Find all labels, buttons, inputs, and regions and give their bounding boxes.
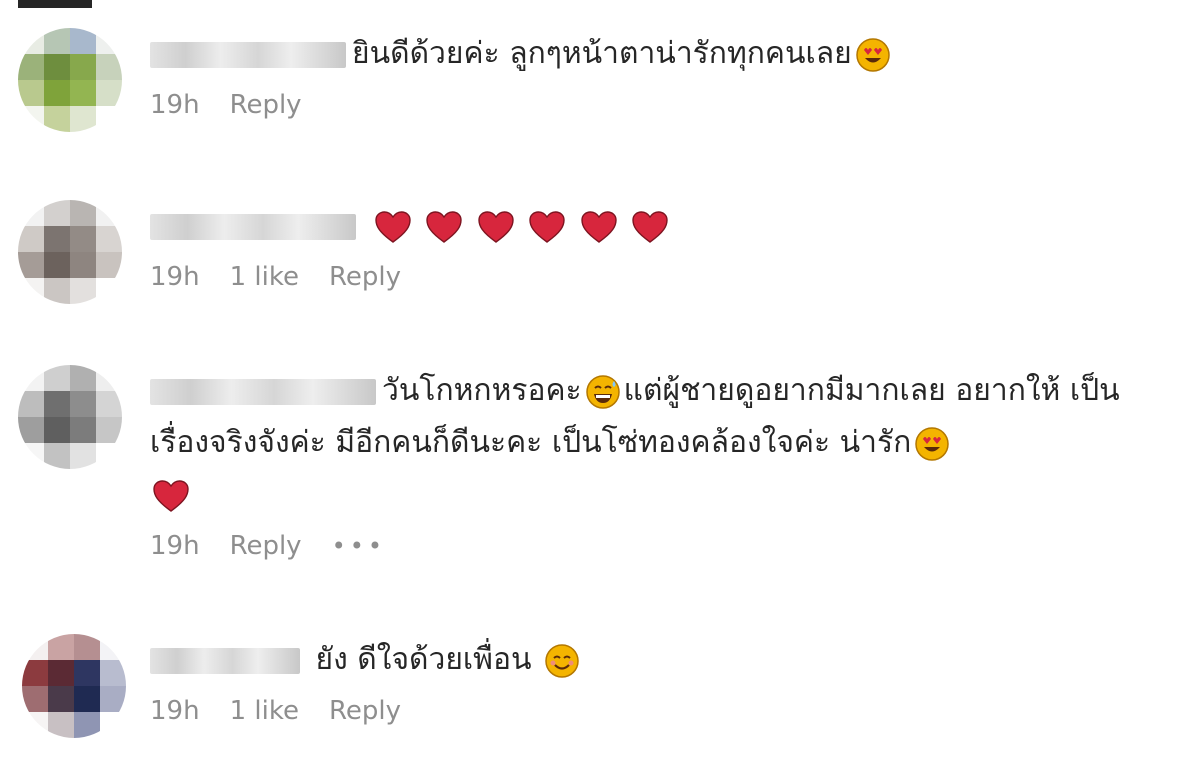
likes-count[interactable]: 1 like bbox=[230, 696, 299, 726]
comment-text: ยัง ดีใจด้วยเพื่อน bbox=[150, 634, 1170, 686]
reply-button[interactable]: Reply bbox=[230, 531, 302, 561]
comment-time: 19h bbox=[150, 90, 200, 120]
username-blurred[interactable] bbox=[150, 213, 356, 240]
top-bar-fragment bbox=[18, 0, 92, 8]
reply-button[interactable]: Reply bbox=[329, 262, 401, 292]
comment-body: ยัง ดีใจด้วยเพื่อน bbox=[315, 642, 532, 677]
avatar[interactable] bbox=[18, 200, 122, 304]
comment-time: 19h bbox=[150, 531, 200, 561]
heart-eyes-emoji-icon bbox=[913, 425, 951, 463]
reply-button[interactable]: Reply bbox=[329, 696, 401, 726]
heart-icon bbox=[152, 477, 190, 515]
comment-text: วันโกหกหรอคะ แต่ผู้ชายดูอยากมีมากเลย อยา… bbox=[150, 365, 1170, 521]
username-blurred[interactable] bbox=[150, 647, 300, 674]
heart-icon bbox=[580, 208, 618, 246]
grinning-sweat-emoji-icon bbox=[584, 373, 622, 411]
comment-text bbox=[150, 200, 1170, 252]
comment-meta: 19h 1 like Reply bbox=[150, 262, 1170, 292]
likes-count[interactable]: 1 like bbox=[230, 262, 299, 292]
comment-time: 19h bbox=[150, 696, 200, 726]
comment-body-part-1: วันโกหกหรอคะ bbox=[382, 373, 582, 408]
avatar[interactable] bbox=[22, 634, 126, 738]
heart-icon bbox=[477, 208, 515, 246]
heart-icon bbox=[425, 208, 463, 246]
comment-meta: 19h Reply ••• bbox=[150, 531, 1170, 561]
heart-icon bbox=[631, 208, 669, 246]
avatar[interactable] bbox=[18, 28, 122, 132]
avatar[interactable] bbox=[18, 365, 122, 469]
comment-text: ยินดีด้วยค่ะ ลูกๆหน้าตาน่ารักทุกคนเลย bbox=[150, 28, 1170, 80]
comment-meta: 19h Reply bbox=[150, 90, 1170, 120]
smiling-face-emoji-icon bbox=[543, 642, 581, 680]
username-blurred[interactable] bbox=[150, 378, 376, 405]
heart-eyes-emoji-icon bbox=[854, 36, 892, 74]
comment-meta: 19h 1 like Reply bbox=[150, 696, 1170, 726]
heart-icon bbox=[374, 208, 412, 246]
comment-time: 19h bbox=[150, 262, 200, 292]
comment-body: ยินดีด้วยค่ะ ลูกๆหน้าตาน่ารักทุกคนเลย bbox=[352, 36, 852, 71]
reply-button[interactable]: Reply bbox=[230, 90, 302, 120]
heart-icon bbox=[528, 208, 566, 246]
username-blurred[interactable] bbox=[150, 41, 346, 68]
more-options-icon[interactable]: ••• bbox=[332, 532, 386, 560]
